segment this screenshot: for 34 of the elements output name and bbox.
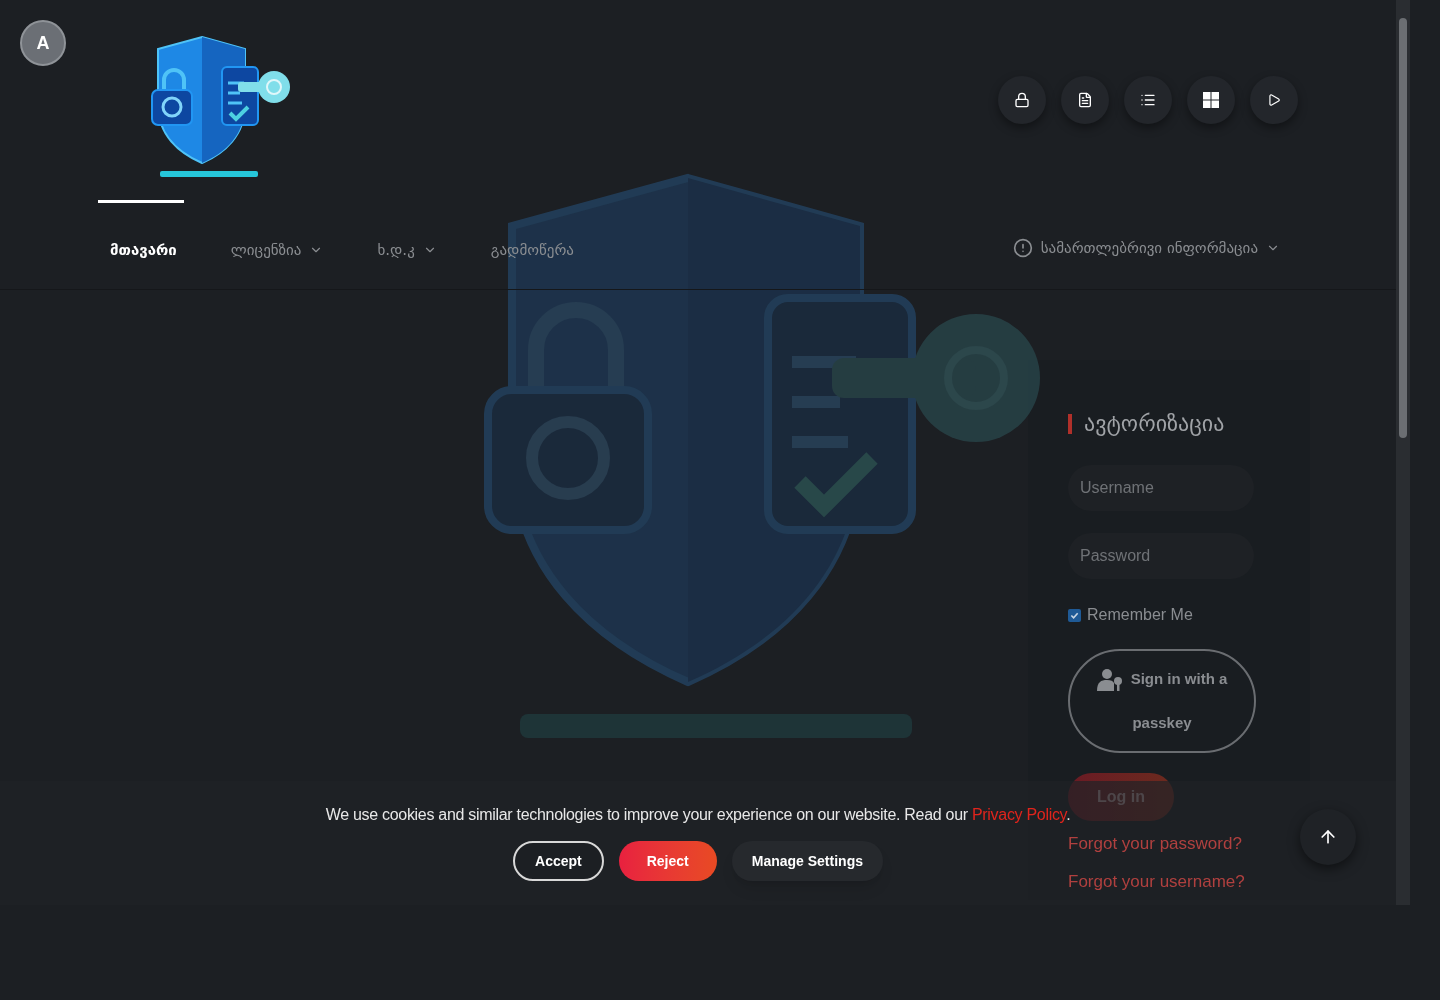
cookie-message: We use cookies and similar technologies to improve your experience on our website. Read our Privacy Policy. [325, 805, 1071, 825]
list-button[interactable] [1124, 76, 1172, 124]
password-field[interactable]: Password [1068, 533, 1254, 579]
avatar[interactable]: A [20, 20, 66, 66]
passkey-button[interactable]: Sign in with a passkey [1068, 649, 1256, 753]
heading-accent-bar [1068, 413, 1072, 434]
document-button[interactable] [1061, 76, 1109, 124]
nav-link[interactable]: მთავარი [98, 235, 189, 266]
user-key-icon [1096, 668, 1123, 693]
nav-link[interactable]: ლიცენზია [218, 235, 336, 266]
nav-link[interactable]: გადმოწერა [478, 235, 586, 266]
cookie-button[interactable]: Manage Settings [731, 841, 883, 881]
lock-button[interactable] [998, 76, 1046, 124]
lock-icon [1014, 92, 1030, 108]
document-icon [1077, 92, 1093, 108]
checkmark-icon [1070, 610, 1079, 620]
info-icon [1012, 238, 1033, 259]
nav-link[interactable]: ხ.დ.კ [365, 235, 449, 266]
legal-info-menu[interactable]: სამართლებრივი ინფორმაცია [1004, 233, 1288, 264]
grid-button[interactable] [1187, 76, 1235, 124]
cookie-button[interactable]: Accept [513, 841, 604, 881]
scrollbar-thumb[interactable] [1399, 18, 1407, 438]
remember-label: Remember Me [1087, 605, 1193, 625]
remember-checkbox[interactable] [1068, 608, 1081, 622]
play-icon [1267, 93, 1281, 107]
cookie-button[interactable]: Reject [618, 841, 717, 881]
username-field[interactable]: Username [1068, 465, 1254, 511]
list-icon [1140, 92, 1156, 108]
windows-grid-icon [1203, 92, 1219, 108]
forgot-link[interactable]: Forgot your password? [1068, 831, 1310, 857]
login-title: ავტორიზაცია [1084, 410, 1225, 438]
forgot-link[interactable]: Forgot your username? [1068, 868, 1310, 894]
privacy-policy-link[interactable]: Privacy Policy [971, 806, 1067, 823]
play-button[interactable] [1250, 76, 1298, 124]
